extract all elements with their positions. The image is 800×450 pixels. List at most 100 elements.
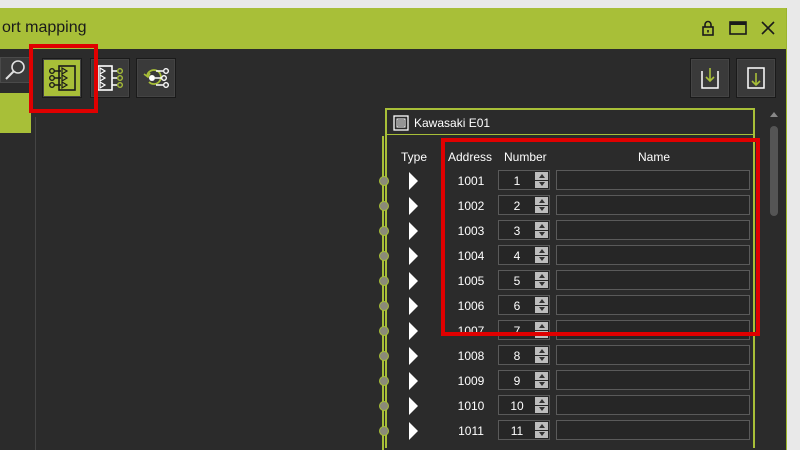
input-type-icon xyxy=(409,272,418,290)
chevron-down-icon xyxy=(538,432,545,437)
search-icon[interactable] xyxy=(0,57,30,83)
scrollbar[interactable] xyxy=(766,108,782,450)
name-input[interactable] xyxy=(556,195,750,215)
number-value[interactable]: 5 xyxy=(499,274,535,288)
spin-down-button[interactable] xyxy=(535,430,548,438)
input-type-icon xyxy=(409,397,418,415)
name-input[interactable] xyxy=(556,270,750,290)
number-stepper[interactable]: 8 xyxy=(498,345,550,365)
table-row: 1004 4 xyxy=(0,245,800,270)
number-value[interactable]: 8 xyxy=(499,349,535,363)
maximize-icon[interactable] xyxy=(727,17,749,39)
spin-up-button[interactable] xyxy=(535,272,548,280)
panel-title: Kawasaki E01 xyxy=(414,116,491,130)
spin-down-button[interactable] xyxy=(535,230,548,238)
chevron-up-icon xyxy=(538,348,545,353)
spin-buttons xyxy=(535,422,548,438)
number-value[interactable]: 7 xyxy=(499,324,535,338)
export-button[interactable] xyxy=(736,58,776,98)
address-cell: 1010 xyxy=(457,399,485,413)
input-type-icon xyxy=(409,197,418,215)
import-button[interactable] xyxy=(690,58,730,98)
connector-knob[interactable] xyxy=(379,251,389,261)
address-cell: 1006 xyxy=(457,299,485,313)
number-value[interactable]: 1 xyxy=(499,174,535,188)
spin-down-button[interactable] xyxy=(535,205,548,213)
spin-up-button[interactable] xyxy=(535,172,548,180)
name-input[interactable] xyxy=(556,245,750,265)
connector-knob[interactable] xyxy=(379,351,389,361)
number-value[interactable]: 10 xyxy=(499,399,535,413)
number-stepper[interactable]: 9 xyxy=(498,370,550,390)
number-stepper[interactable]: 10 xyxy=(498,395,550,415)
number-stepper[interactable]: 2 xyxy=(498,195,550,215)
spin-up-button[interactable] xyxy=(535,197,548,205)
name-input[interactable] xyxy=(556,220,750,240)
number-value[interactable]: 3 xyxy=(499,224,535,238)
left-panel-selection[interactable] xyxy=(0,93,31,133)
number-stepper[interactable]: 11 xyxy=(498,420,550,440)
spin-up-button[interactable] xyxy=(535,222,548,230)
signal-mapping-button[interactable] xyxy=(136,58,176,98)
connector-knob[interactable] xyxy=(379,401,389,411)
connector-knob[interactable] xyxy=(379,326,389,336)
name-input[interactable] xyxy=(556,295,750,315)
connector-knob[interactable] xyxy=(379,426,389,436)
spin-down-button[interactable] xyxy=(535,280,548,288)
name-input[interactable] xyxy=(556,345,750,365)
name-input[interactable] xyxy=(556,370,750,390)
spin-buttons xyxy=(535,172,548,188)
name-input[interactable] xyxy=(556,170,750,190)
spin-buttons xyxy=(535,397,548,413)
connector-knob[interactable] xyxy=(379,201,389,211)
number-stepper[interactable]: 6 xyxy=(498,295,550,315)
device-icon xyxy=(393,115,409,131)
chevron-up-icon xyxy=(538,248,545,253)
spin-up-button[interactable] xyxy=(535,372,548,380)
name-input[interactable] xyxy=(556,395,750,415)
spin-down-button[interactable] xyxy=(535,255,548,263)
connector-knob[interactable] xyxy=(379,276,389,286)
spin-down-button[interactable] xyxy=(535,330,548,338)
connector-knob[interactable] xyxy=(379,301,389,311)
panel-separator xyxy=(387,134,753,135)
output-mapping-button[interactable] xyxy=(90,58,130,98)
spin-up-button[interactable] xyxy=(535,322,548,330)
spin-down-button[interactable] xyxy=(535,355,548,363)
name-input[interactable] xyxy=(556,420,750,440)
spin-down-button[interactable] xyxy=(535,380,548,388)
connector-knob[interactable] xyxy=(379,226,389,236)
spin-up-button[interactable] xyxy=(535,297,548,305)
scroll-thumb[interactable] xyxy=(770,126,778,216)
chevron-up-icon xyxy=(538,198,545,203)
spin-up-button[interactable] xyxy=(535,247,548,255)
number-value[interactable]: 9 xyxy=(499,374,535,388)
connector-knob[interactable] xyxy=(379,176,389,186)
table-row: 1005 5 xyxy=(0,270,800,295)
number-stepper[interactable]: 5 xyxy=(498,270,550,290)
spin-down-button[interactable] xyxy=(535,405,548,413)
number-value[interactable]: 11 xyxy=(499,424,535,438)
number-value[interactable]: 4 xyxy=(499,249,535,263)
close-icon[interactable] xyxy=(757,17,779,39)
chevron-up-icon xyxy=(538,173,545,178)
spin-up-button[interactable] xyxy=(535,397,548,405)
number-value[interactable]: 6 xyxy=(499,299,535,313)
chevron-down-icon xyxy=(538,232,545,237)
number-value[interactable]: 2 xyxy=(499,199,535,213)
title-bar: ort mapping xyxy=(0,8,786,49)
lock-icon[interactable] xyxy=(697,17,719,39)
number-stepper[interactable]: 4 xyxy=(498,245,550,265)
connector-knob[interactable] xyxy=(379,376,389,386)
name-input[interactable] xyxy=(556,320,750,340)
number-stepper[interactable]: 3 xyxy=(498,220,550,240)
input-mapping-button[interactable] xyxy=(42,58,82,98)
spin-down-button[interactable] xyxy=(535,305,548,313)
input-type-icon xyxy=(409,422,418,440)
number-stepper[interactable]: 1 xyxy=(498,170,550,190)
spin-down-button[interactable] xyxy=(535,180,548,188)
spin-up-button[interactable] xyxy=(535,422,548,430)
spin-up-button[interactable] xyxy=(535,347,548,355)
number-stepper[interactable]: 7 xyxy=(498,320,550,340)
scroll-up-icon[interactable] xyxy=(770,112,778,117)
